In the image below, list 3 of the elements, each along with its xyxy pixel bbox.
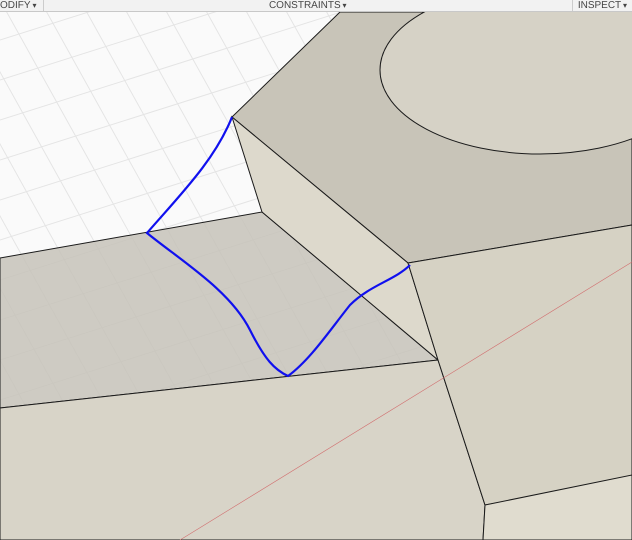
toolbar-menu[interactable]: CONSTRAINTS ▾	[44, 0, 572, 11]
toolbar-menu[interactable]: ODIFY ▾	[0, 0, 44, 11]
toolbar-menu[interactable]: INSPECT ▾	[572, 0, 632, 11]
